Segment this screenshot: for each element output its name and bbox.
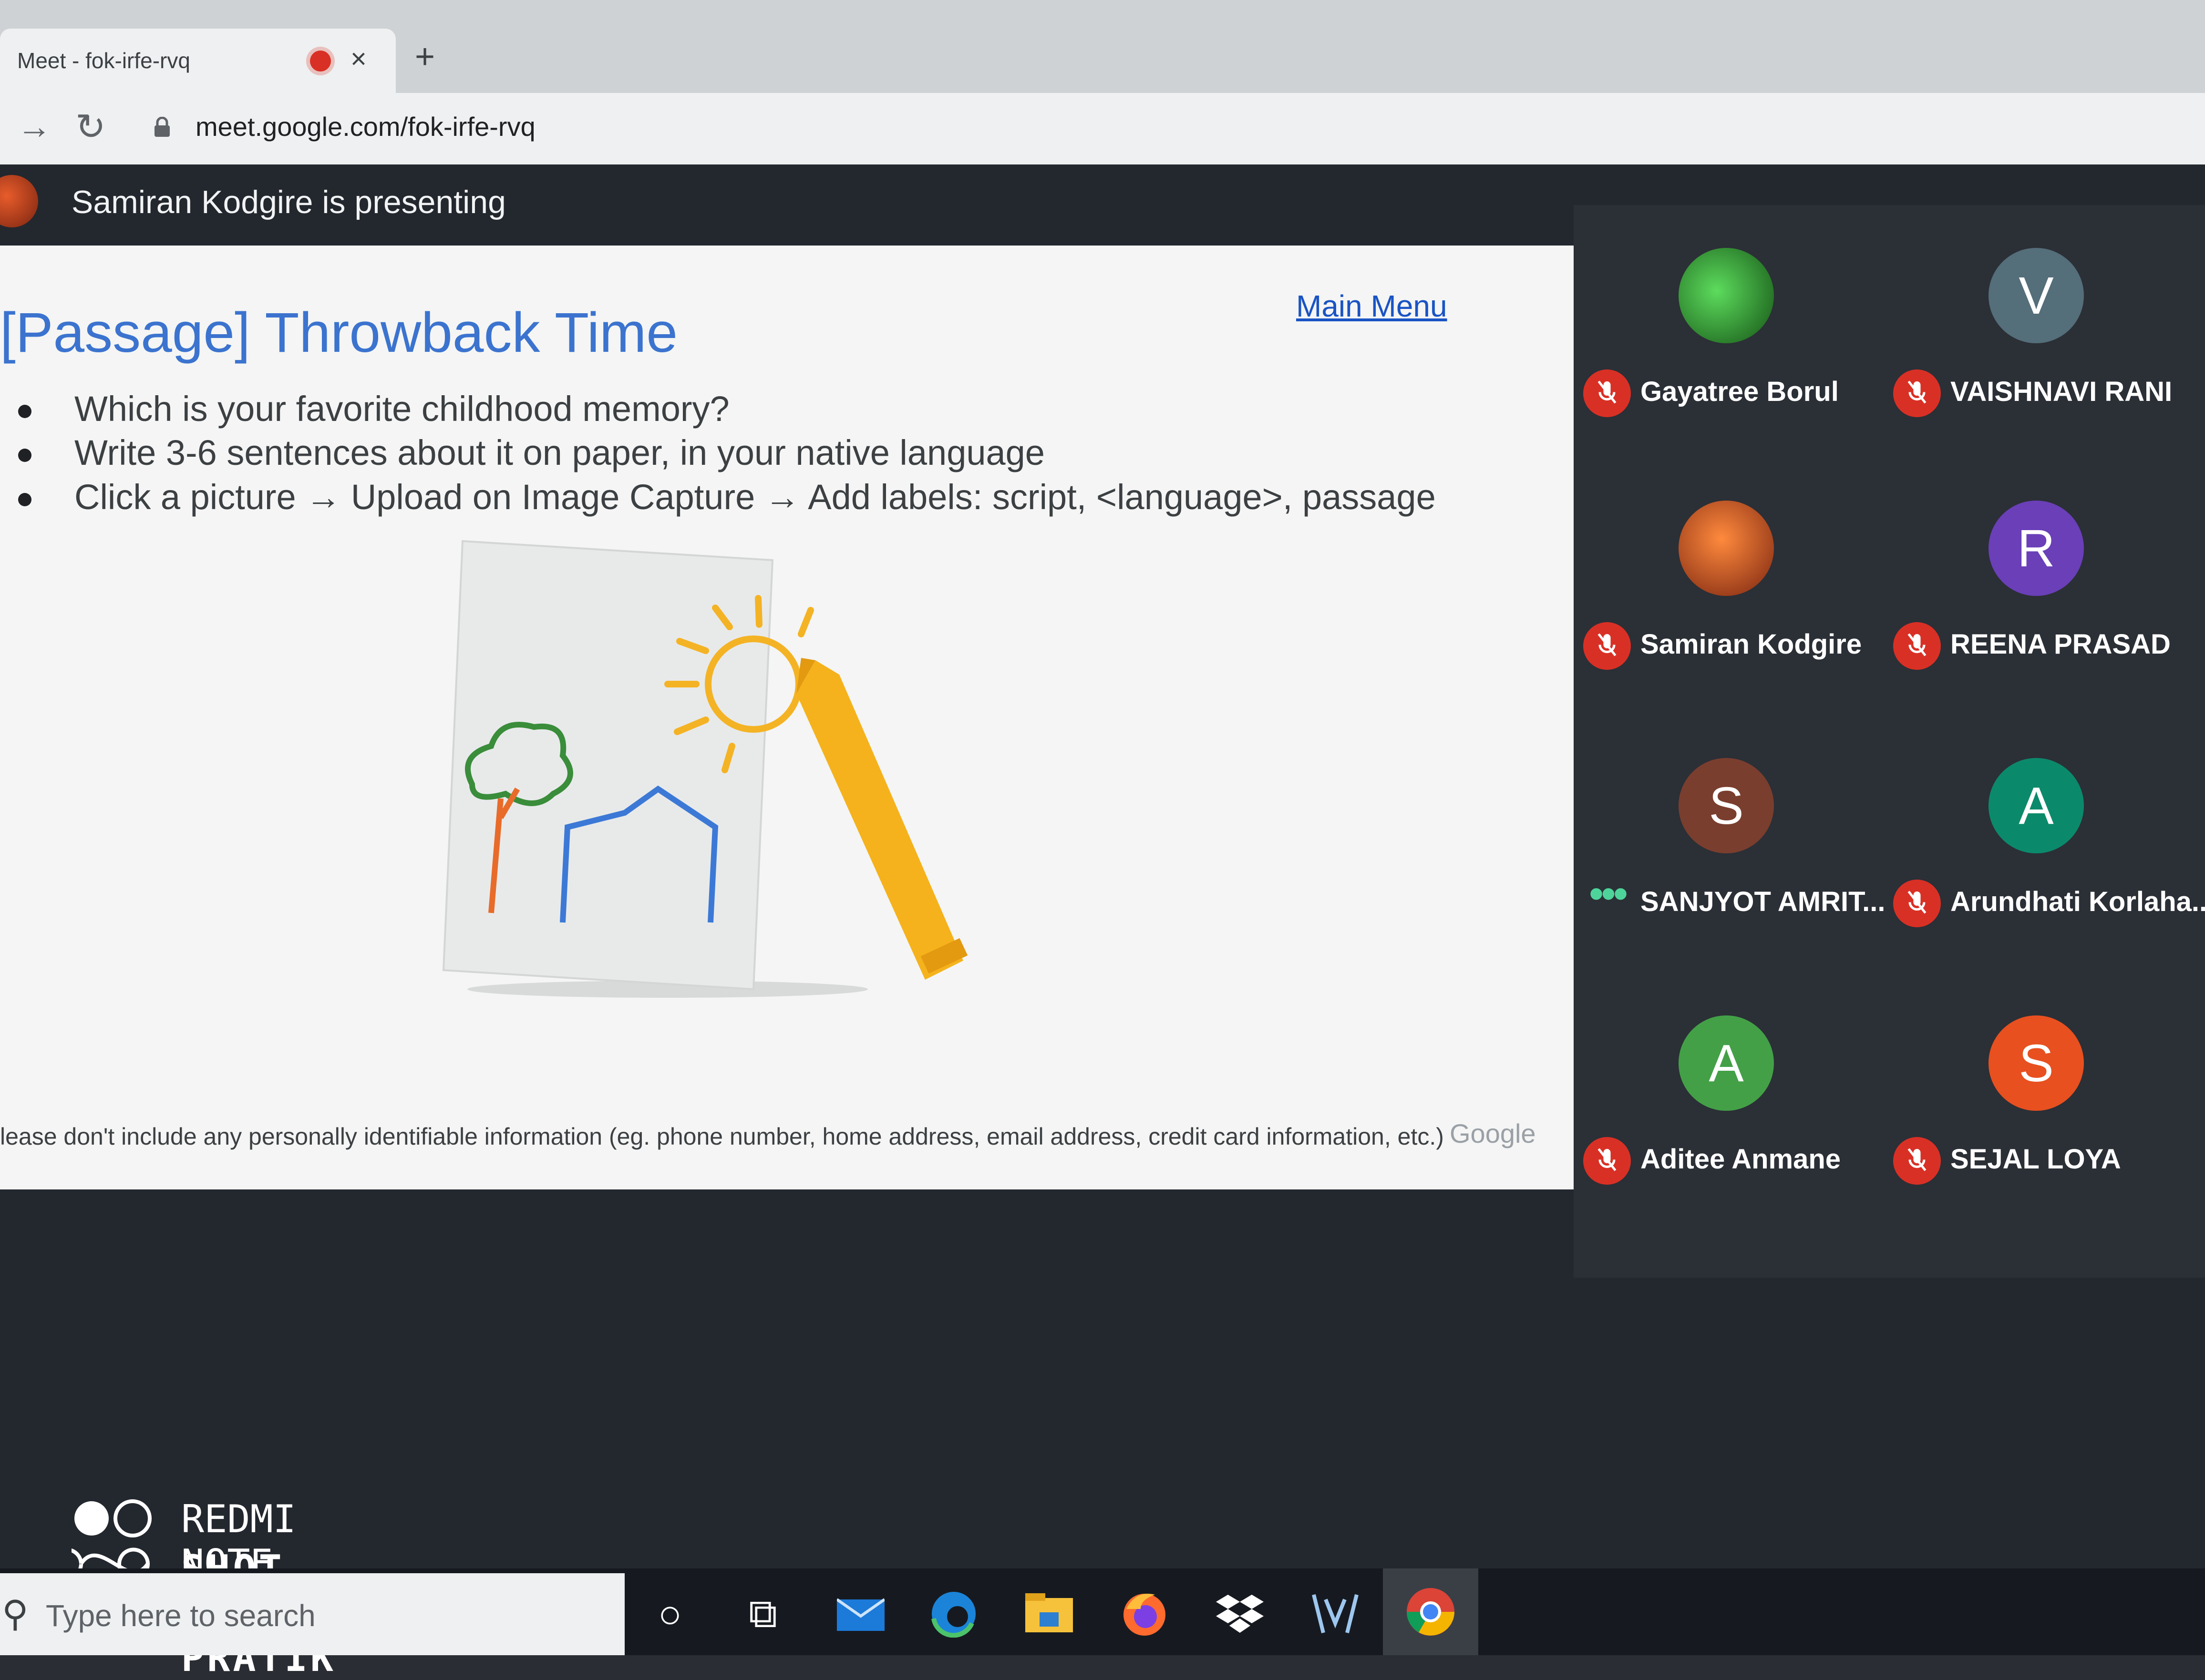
avatar: V <box>1989 248 2084 343</box>
browser-tab-strip: Meet - fok-irfe-rvq × + <box>0 0 2205 93</box>
participant-name: REENA PRASAD <box>1950 629 2171 660</box>
bullet-dot <box>18 405 31 419</box>
mic-muted-icon <box>1893 369 1941 417</box>
avatar: S <box>1989 1015 2084 1111</box>
avatar: A <box>1989 758 2084 853</box>
participant-name: Arundhati Korlaha... <box>1950 886 2205 917</box>
search-placeholder: Type here to search <box>46 1598 316 1633</box>
speaking-dots-icon: ••• <box>1588 870 1628 918</box>
mic-muted-icon <box>1583 369 1631 417</box>
bullet-text: Which is your favorite childhood memory? <box>74 389 730 429</box>
dropbox-icon[interactable] <box>1214 1588 1266 1640</box>
browser-tab-meet[interactable]: Meet - fok-irfe-rvq × <box>0 29 396 93</box>
avatar: R <box>1989 501 2084 596</box>
presented-slide: Main Menu [Passage] Throwback Time Which… <box>0 246 1574 1189</box>
slide-bullet: Write 3-6 sentences about it on paper, i… <box>0 432 1045 473</box>
bullet-text: Click a picture → Upload on Image Captur… <box>74 477 1436 517</box>
edge-icon[interactable] <box>927 1588 980 1640</box>
windows-taskbar: ⚲ Type here to search ○ ⧉ <box>0 1568 2205 1655</box>
reload-icon[interactable]: ↻ <box>75 105 106 148</box>
participants-panel: Gayatree Borul V VAISHNAVI RANI Samiran … <box>1574 205 2205 1278</box>
participant-tile[interactable]: A Arundhati Korlaha... <box>1884 758 2205 1015</box>
mic-muted-icon <box>1893 622 1941 670</box>
mic-muted-icon <box>1893 1137 1941 1185</box>
mic-muted-icon <box>1583 622 1631 670</box>
slide-bullet: Click a picture → Upload on Image Captur… <box>0 477 1436 517</box>
google-logo: Google <box>1450 1118 1536 1148</box>
participant-tile[interactable]: S ••• SANJYOT AMRIT... <box>1574 758 1886 1015</box>
presenter-avatar <box>0 175 38 227</box>
crayon-drawing-illustration <box>442 540 968 998</box>
participant-name: VAISHNAVI RANI <box>1950 376 2173 407</box>
file-explorer-icon[interactable] <box>1023 1588 1075 1640</box>
mail-icon[interactable] <box>835 1588 887 1640</box>
participant-name: Gayatree Borul <box>1640 376 1839 407</box>
avatar: A <box>1679 1015 1774 1111</box>
participant-tile[interactable]: S SEJAL LOYA <box>1884 1015 2194 1273</box>
bullet-text: Write 3-6 sentences about it on paper, i… <box>74 433 1045 472</box>
task-view-icon[interactable]: ⧉ <box>737 1588 789 1640</box>
lock-icon[interactable] <box>154 117 171 138</box>
main-menu-link[interactable]: Main Menu <box>1296 288 1447 324</box>
bullet-dot <box>18 449 31 462</box>
participant-tile[interactable]: A Aditee Anmane <box>1574 1015 1884 1273</box>
search-icon: ⚲ <box>2 1594 29 1634</box>
participant-tile[interactable]: V VAISHNAVI RANI <box>1884 248 2194 505</box>
tab-close-icon[interactable]: × <box>350 43 367 75</box>
predator-icon[interactable] <box>1309 1588 1361 1640</box>
firefox-icon[interactable] <box>1118 1588 1171 1640</box>
presenting-label: Samiran Kodgire is presenting <box>72 184 506 220</box>
address-bar: → ↻ meet.google.com/fok-irfe-rvq <box>0 93 2205 164</box>
avatar <box>1679 501 1774 596</box>
bullet-dot <box>18 493 31 507</box>
taskbar-search-box[interactable]: ⚲ Type here to search <box>0 1573 625 1655</box>
slide-bullet: Which is your favorite childhood memory? <box>0 389 730 429</box>
mic-muted-icon <box>1893 880 1941 927</box>
participant-tile[interactable]: R REENA PRASAD <box>1884 501 2194 758</box>
participant-name: Aditee Anmane <box>1640 1144 1841 1175</box>
participant-name: Samiran Kodgire <box>1640 629 1862 660</box>
participant-tile[interactable]: Samiran Kodgire <box>1574 501 1884 758</box>
url-field[interactable]: meet.google.com/fok-irfe-rvq <box>196 111 536 142</box>
chrome-taskbar-button[interactable] <box>1383 1568 1478 1655</box>
forward-arrow-icon[interactable]: → <box>17 107 52 146</box>
participant-name: SEJAL LOYA <box>1950 1144 2121 1175</box>
new-tab-button[interactable]: + <box>415 37 435 76</box>
chrome-icon <box>1404 1586 1457 1638</box>
privacy-footer-note: lease don't include any personally ident… <box>0 1123 1444 1150</box>
tab-title: Meet - fok-irfe-rvq <box>17 48 190 73</box>
mic-muted-icon <box>1583 1137 1631 1185</box>
participant-name: SANJYOT AMRIT... <box>1640 886 1886 917</box>
cortana-icon[interactable]: ○ <box>644 1588 696 1640</box>
slide-title: [Passage] Throwback Time <box>0 301 678 364</box>
recording-indicator-icon <box>310 51 331 72</box>
avatar: S <box>1679 758 1774 853</box>
avatar <box>1679 248 1774 343</box>
participant-tile[interactable]: Gayatree Borul <box>1574 248 1884 505</box>
